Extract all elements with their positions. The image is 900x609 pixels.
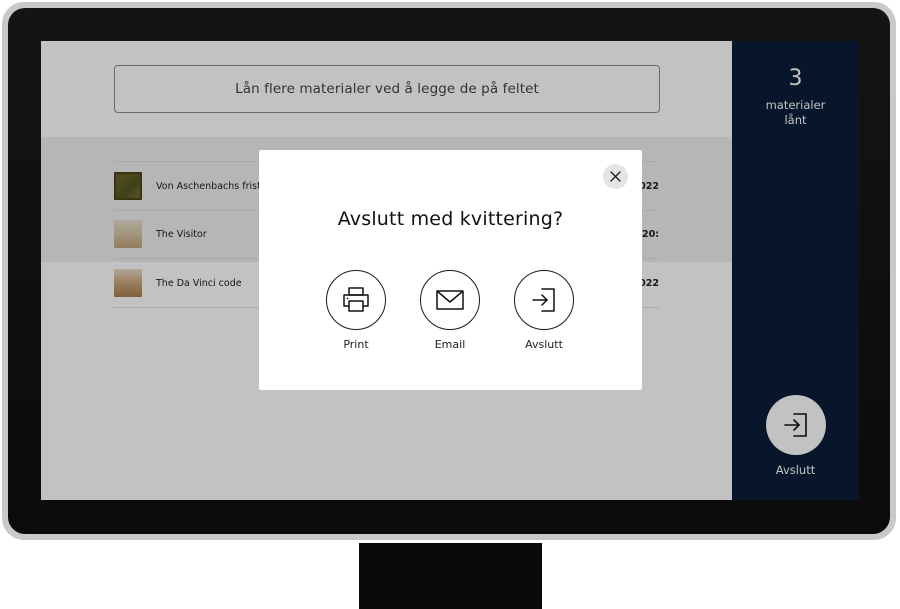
email-option-circle[interactable]	[420, 270, 480, 330]
print-option-label: Print	[343, 338, 369, 351]
printer-icon	[343, 287, 369, 312]
email-option-label: Email	[434, 338, 466, 351]
receipt-dialog: Avslutt med kvittering? Print Email Avsl…	[259, 150, 642, 390]
close-icon	[610, 171, 621, 182]
print-receipt-button[interactable]: Print	[316, 270, 396, 351]
close-button[interactable]	[603, 164, 628, 189]
envelope-icon	[436, 290, 464, 310]
print-option-circle[interactable]	[326, 270, 386, 330]
finish-without-receipt-button[interactable]: Avslutt	[504, 270, 584, 351]
sign-in-icon	[532, 288, 555, 312]
dialog-title: Avslutt med kvittering?	[337, 208, 564, 230]
monitor-stand	[359, 543, 542, 609]
finish-option-circle[interactable]	[514, 270, 574, 330]
kiosk-screen: Lån flere materialer ved å legge de på f…	[41, 41, 859, 500]
email-receipt-button[interactable]: Email	[410, 270, 490, 351]
finish-option-label: Avslutt	[525, 338, 563, 351]
